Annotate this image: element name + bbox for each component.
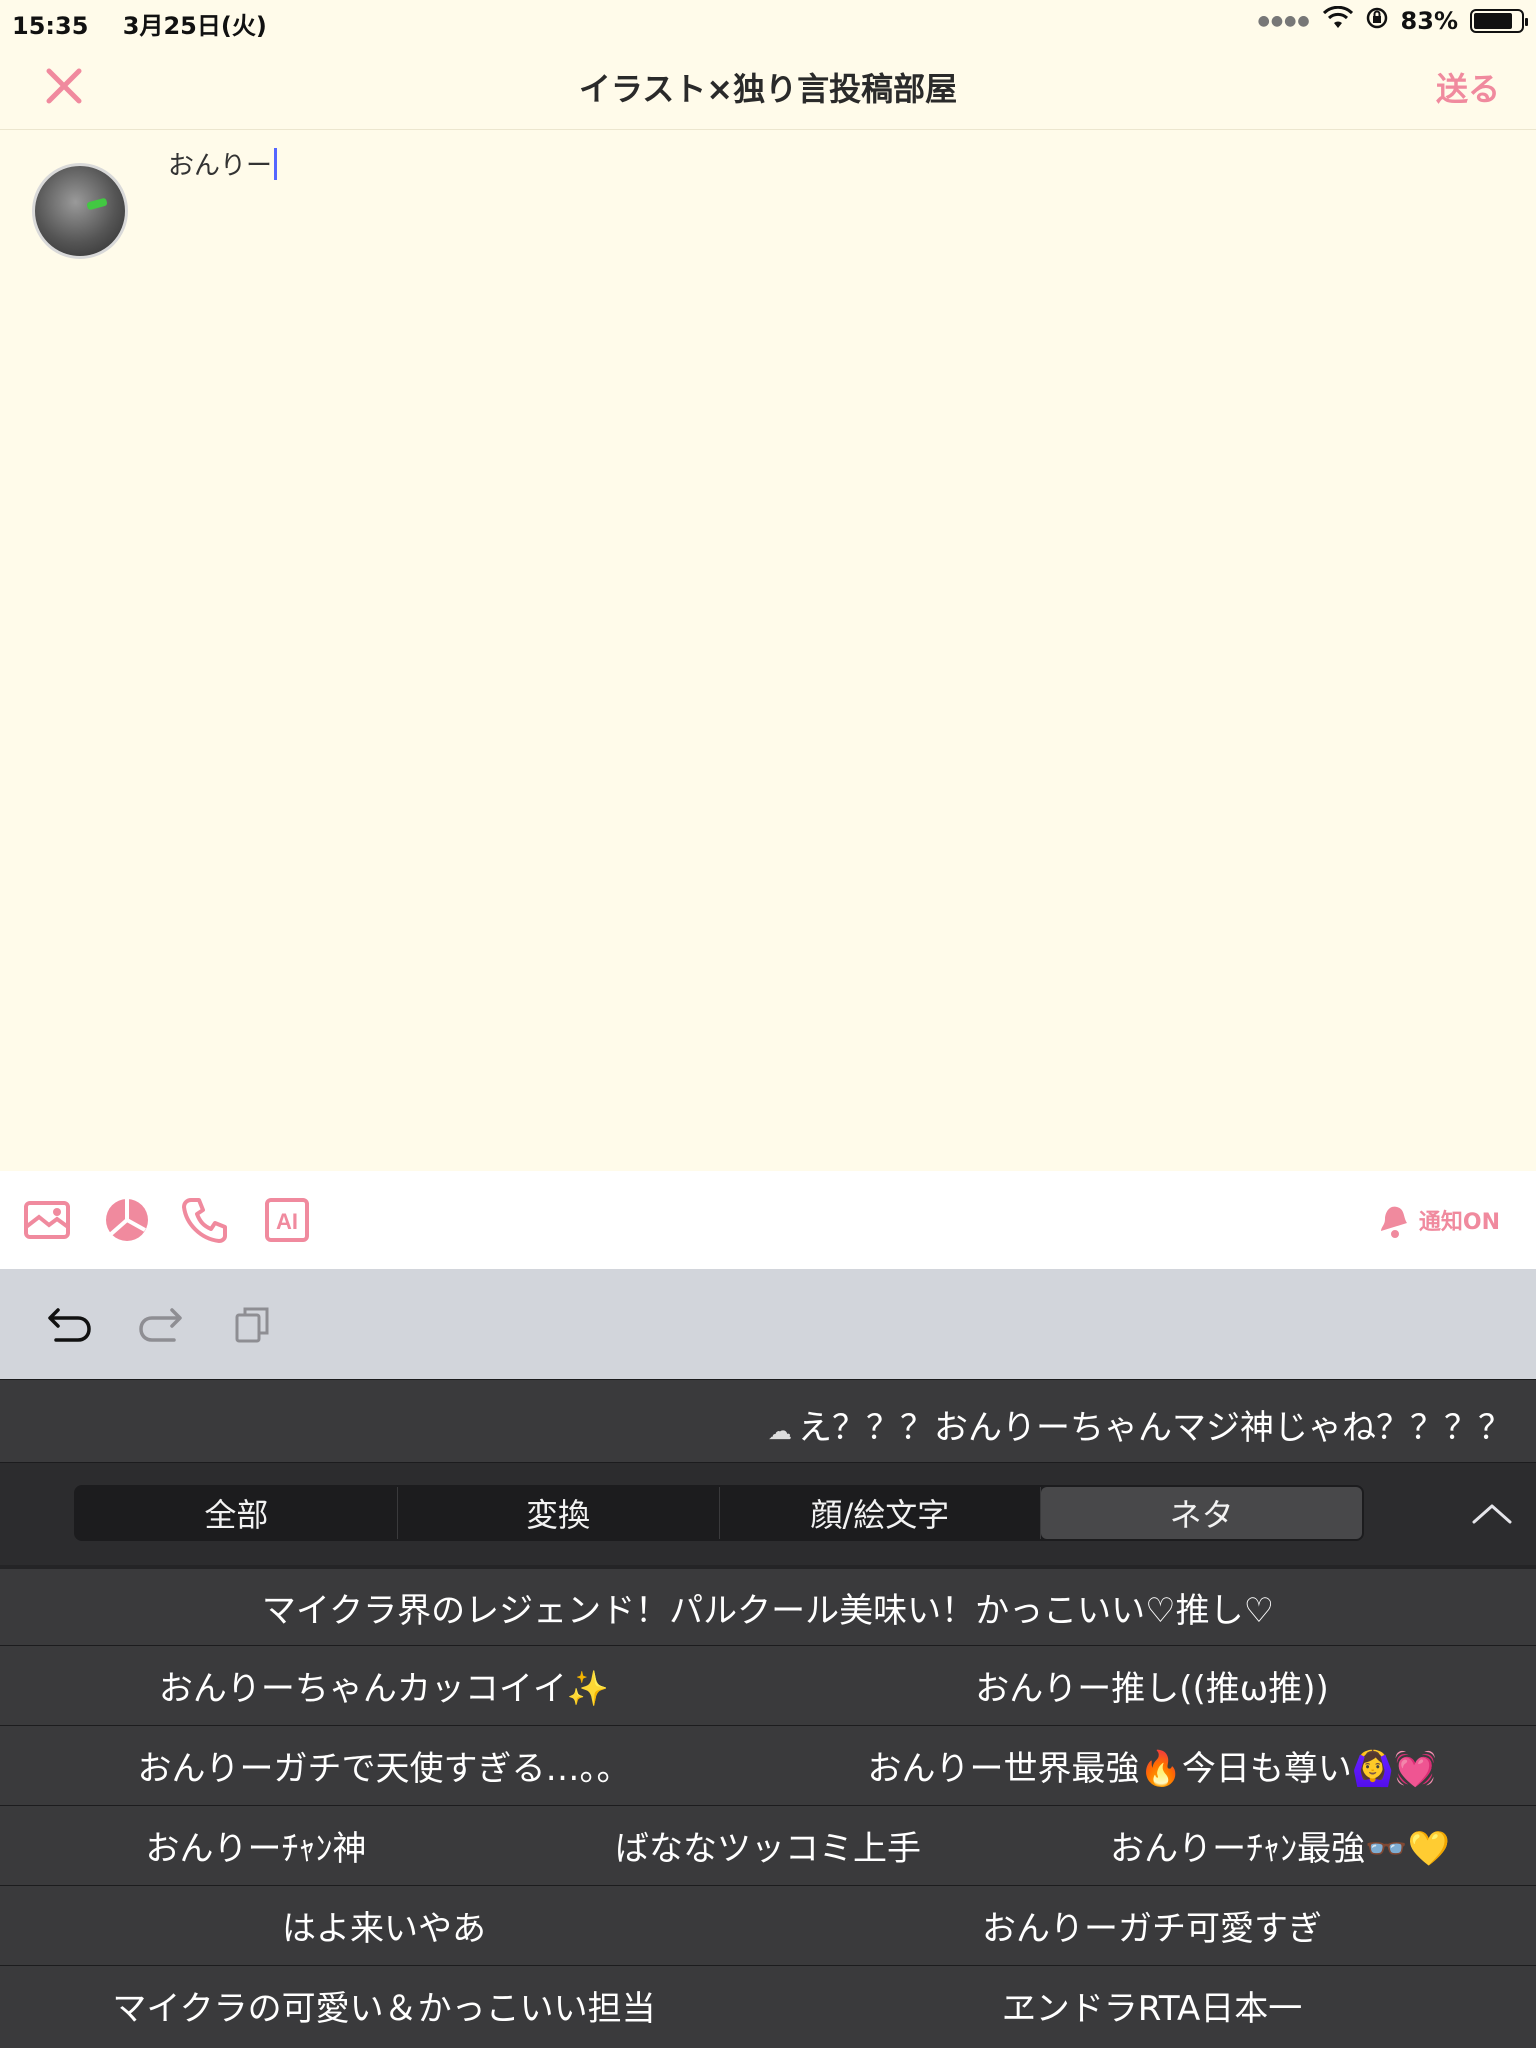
image-icon	[24, 1201, 70, 1239]
notify-toggle[interactable]: 通知ON	[1375, 1201, 1500, 1239]
pie-chart-button[interactable]	[102, 1195, 152, 1245]
phone-icon	[182, 1198, 227, 1243]
candidate-item[interactable]: はよ来いやあ	[0, 1901, 768, 1950]
suggestion-bar: ☁ え？？？おんりーちゃんマジ神じゃね？？？？	[0, 1379, 1536, 1463]
candidate-item[interactable]: ヱンドラRTA日本一	[768, 1981, 1536, 2030]
bell-icon	[1380, 1206, 1407, 1238]
tab-2[interactable]: 顔/絵文字	[720, 1487, 1042, 1539]
compose-area[interactable]: おんりー	[0, 131, 1536, 1171]
candidate-item[interactable]: おんりーちゃんカッコイイ✨	[0, 1661, 768, 1710]
candidate-item[interactable]: おんりー推し((推ω推))	[768, 1661, 1536, 1710]
candidate-item[interactable]: おんりーガチ可愛すぎ	[768, 1901, 1536, 1950]
status-right: ●●●● 83%	[1257, 5, 1528, 36]
candidate-row: はよ来いやあ おんりーガチ可愛すぎ	[0, 1885, 1536, 1965]
segmented-control: 全部 変換 顔/絵文字 ネタ	[74, 1485, 1364, 1541]
top-suggestion-text: え？？？おんりーちゃんマジ神じゃね？？？？	[798, 1408, 1512, 1448]
candidate-item[interactable]: おんりーﾁｬﾝ神	[0, 1821, 512, 1870]
candidate-tab-bar: 全部 変換 顔/絵文字 ネタ	[0, 1463, 1536, 1565]
cloud-icon: ☁	[768, 1417, 792, 1445]
ai-button[interactable]: AI	[262, 1195, 312, 1245]
candidate-row: マイクラの可愛い＆かっこいい担当 ヱンドラRTA日本一	[0, 1965, 1536, 2045]
status-bar: 15:35 3月25日(火) ●●●● 83%	[0, 0, 1536, 42]
tab-0[interactable]: 全部	[76, 1487, 398, 1539]
paste-button[interactable]	[228, 1299, 278, 1349]
svg-text:AI: AI	[276, 1209, 298, 1234]
chevron-up-icon	[1472, 1504, 1512, 1524]
candidate-row: おんりーﾁｬﾝ神 ばななツッコミ上手 おんりーﾁｬﾝ最強👓💛	[0, 1805, 1536, 1885]
avatar	[32, 163, 128, 259]
signal-icon: ●●●●	[1257, 13, 1311, 29]
candidate-item[interactable]: おんりーﾁｬﾝ最強👓💛	[1024, 1821, 1536, 1870]
candidate-item[interactable]: おんりーガチで天使すぎる…。。	[0, 1741, 768, 1790]
status-left: 15:35 3月25日(火)	[12, 6, 293, 41]
candidate-row: マイクラ界のレジェンド！パルクール美味い！かっこいい♡推し♡	[0, 1565, 1536, 1645]
send-button[interactable]: 送る	[1436, 64, 1500, 110]
pie-chart-icon	[106, 1199, 148, 1241]
battery-percent: 83%	[1400, 7, 1458, 35]
candidate-row: おんりーガチで天使すぎる…。。 おんりー世界最強🔥今日も尊い🙆‍♀️💓	[0, 1725, 1536, 1805]
status-date: 3月25日(火)	[122, 12, 267, 40]
candidate-item[interactable]: ばななツッコミ上手	[512, 1821, 1024, 1870]
notify-label: 通知ON	[1418, 1210, 1500, 1235]
battery-icon	[1470, 9, 1528, 33]
collapse-button[interactable]	[1466, 1487, 1518, 1539]
post-text-value: おんりー	[168, 151, 273, 181]
candidate-list: マイクラ界のレジェンド！パルクール美味い！かっこいい♡推し♡ おんりーちゃんカッコ…	[0, 1565, 1536, 2048]
candidate-item[interactable]: おんりー世界最強🔥今日も尊い🙆‍♀️💓	[768, 1741, 1536, 1790]
redo-icon	[139, 1308, 182, 1342]
clipboard-icon	[235, 1307, 269, 1343]
ai-icon: AI	[265, 1198, 309, 1242]
candidate-row: おんりーちゃんカッコイイ✨ おんりー推し((推ω推))	[0, 1645, 1536, 1725]
candidate-item[interactable]: マイクラ界のレジェンド！パルクール美味い！かっこいい♡推し♡	[0, 1583, 1536, 1632]
tab-1[interactable]: 変換	[398, 1487, 720, 1539]
phone-button[interactable]	[180, 1195, 230, 1245]
battery-fill	[1474, 13, 1513, 29]
nav-bar: イラスト×独り言投稿部屋 送る	[0, 42, 1536, 130]
post-text-input[interactable]: おんりー	[168, 145, 278, 182]
undo-button[interactable]	[44, 1299, 94, 1349]
wifi-icon	[1322, 5, 1353, 36]
top-suggestion[interactable]: ☁ え？？？おんりーちゃんマジ神じゃね？？？？	[768, 1400, 1512, 1449]
keyboard-shortcut-bar	[0, 1269, 1536, 1379]
redo-button[interactable]	[136, 1299, 186, 1349]
page-title: イラスト×独り言投稿部屋	[578, 70, 958, 108]
status-time: 15:35	[12, 12, 89, 40]
tab-3[interactable]: ネタ	[1041, 1487, 1362, 1539]
undo-icon	[48, 1308, 91, 1342]
text-caret	[274, 147, 278, 180]
rotation-lock-icon	[1365, 6, 1389, 36]
image-button[interactable]	[22, 1195, 72, 1245]
candidate-item[interactable]: マイクラの可愛い＆かっこいい担当	[0, 1981, 768, 2030]
compose-toolbar: AI 通知ON	[0, 1171, 1536, 1269]
